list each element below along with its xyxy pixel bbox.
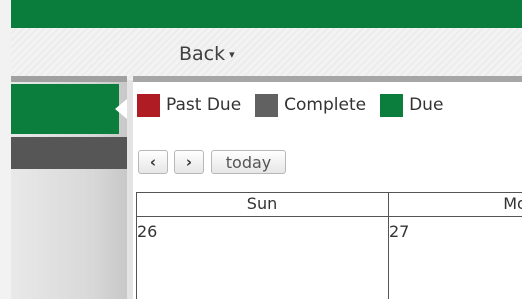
sidebar-divider — [11, 76, 127, 82]
date-cell-27[interactable]: 27 — [389, 222, 409, 241]
status-legend: Past Due Complete Due — [137, 93, 457, 117]
sidebar-item-active[interactable] — [11, 84, 119, 134]
caret-down-icon: ▾ — [229, 48, 235, 61]
legend-complete: Complete — [255, 93, 367, 117]
prev-button[interactable]: ‹ — [138, 150, 168, 174]
back-label: Back — [179, 43, 226, 65]
active-pointer-icon — [115, 99, 127, 119]
day-header-sun: Sun — [246, 194, 278, 213]
calendar-nav: ‹ › today — [138, 150, 286, 174]
legend-due: Due — [380, 93, 444, 117]
left-frame — [0, 0, 11, 299]
sidebar-item[interactable] — [11, 137, 127, 169]
panel-divider — [133, 76, 522, 82]
legend-label: Past Due — [166, 95, 242, 115]
legend-label: Due — [409, 95, 444, 115]
day-header-mon: Mo — [503, 194, 522, 213]
legend-label: Complete — [284, 95, 367, 115]
legend-past-due: Past Due — [137, 93, 242, 117]
header-bar — [11, 28, 522, 80]
complete-swatch — [255, 93, 279, 117]
past-due-swatch — [137, 93, 160, 117]
date-cell-26[interactable]: 26 — [137, 222, 157, 241]
calendar-grid: Sun Mo 26 27 — [136, 192, 522, 299]
due-swatch — [380, 93, 404, 117]
next-button[interactable]: › — [174, 150, 204, 174]
app-top-bar — [0, 0, 522, 28]
back-menu[interactable]: Back ▾ — [179, 40, 235, 68]
today-button[interactable]: today — [211, 150, 286, 174]
